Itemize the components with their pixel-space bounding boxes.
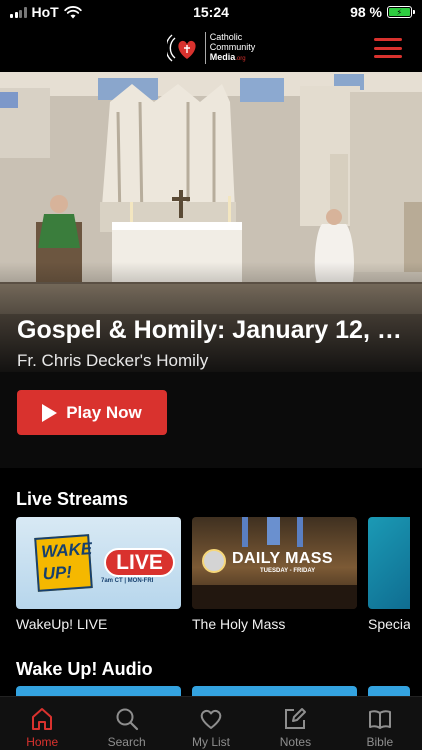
logo-org: .org xyxy=(235,56,246,62)
tab-label: Search xyxy=(107,735,146,749)
live-streams-row[interactable]: WAKE UP! LIVE 7am CT | MON-FRI WakeUp! L… xyxy=(16,517,410,632)
live-stream-card-holy-mass[interactable]: DAILY MASS TUESDAY - FRIDAY The Holy Mas… xyxy=(192,517,357,632)
tab-label: Notes xyxy=(279,735,312,749)
live-stream-label: WakeUp! LIVE xyxy=(16,616,108,632)
play-now-label: Play Now xyxy=(66,402,142,422)
live-stream-card-wakeup[interactable]: WAKE UP! LIVE 7am CT | MON-FRI WakeUp! L… xyxy=(16,517,181,632)
search-icon xyxy=(116,708,138,731)
tab-label: My List xyxy=(192,735,231,749)
wifi-icon xyxy=(64,5,82,18)
hero-banner[interactable]: Gospel & Homily: January 12, 2... Fr. Ch… xyxy=(0,72,422,468)
hamburger-menu-icon[interactable] xyxy=(374,38,402,58)
logo-wordmark: Catholic Community Media.org xyxy=(204,32,256,64)
holy-mass-thumbnail: DAILY MASS TUESDAY - FRIDAY xyxy=(192,517,357,609)
special-thumbnail xyxy=(368,517,410,609)
status-left: HoT xyxy=(10,4,82,20)
tab-my-list[interactable]: My List xyxy=(169,697,253,750)
live-stream-label: Specia xyxy=(368,616,410,632)
heart-radio-logo-icon xyxy=(166,34,196,62)
logo-line-1: Catholic xyxy=(209,32,243,42)
play-icon xyxy=(42,403,58,422)
status-right: 98 % ⚡ xyxy=(350,4,415,20)
battery-percent: 98 % xyxy=(350,4,382,20)
wakeup-live-thumbnail: WAKE UP! LIVE 7am CT | MON-FRI xyxy=(16,517,181,609)
edit-note-icon xyxy=(285,708,307,729)
wake-up-audio-title: Wake Up! Audio xyxy=(16,659,153,679)
heart-icon xyxy=(200,709,222,729)
tab-home[interactable]: Home xyxy=(0,697,84,750)
app-logo[interactable]: Catholic Community Media.org xyxy=(166,31,256,65)
logo-line-2: Community xyxy=(209,42,256,52)
seal-icon xyxy=(202,549,226,573)
home-icon xyxy=(32,708,53,730)
wakeup-logo: WAKE UP! xyxy=(34,534,93,592)
battery-level: ⚡ xyxy=(389,8,410,17)
battery-icon: ⚡ xyxy=(387,6,415,18)
tab-label: Home xyxy=(26,735,59,749)
tab-search[interactable]: Search xyxy=(84,697,168,750)
hero-subtitle: Fr. Chris Decker's Homily xyxy=(17,351,209,370)
audio-card-thumbnail[interactable] xyxy=(368,686,410,696)
live-stream-card-special[interactable]: Specia xyxy=(368,517,410,632)
tab-bar: Home Search My List Notes Bible xyxy=(0,696,422,750)
tab-label: Bible xyxy=(366,735,394,749)
play-now-button[interactable]: Play Now xyxy=(17,390,167,435)
audio-card-thumbnail[interactable] xyxy=(16,686,181,696)
logo-line-3-text: Media xyxy=(209,52,236,62)
audio-card-thumbnail[interactable] xyxy=(192,686,357,696)
tab-notes[interactable]: Notes xyxy=(253,697,337,750)
live-streams-title: Live Streams xyxy=(16,489,129,509)
daily-mass-title: DAILY MASS xyxy=(232,550,333,567)
logo-line-3: Media.org xyxy=(210,52,256,64)
daily-mass-sub: TUESDAY - FRIDAY xyxy=(260,568,316,574)
app-header: Catholic Community Media.org xyxy=(0,24,422,72)
tab-bible[interactable]: Bible xyxy=(338,697,422,750)
hero-title: Gospel & Homily: January 12, 2... xyxy=(17,316,407,344)
cellular-signal-icon xyxy=(10,6,27,18)
live-badge: LIVE xyxy=(104,548,175,577)
book-icon xyxy=(368,710,391,729)
live-schedule: 7am CT | MON-FRI xyxy=(101,578,154,584)
status-bar: HoT 15:24 98 % ⚡ xyxy=(0,0,422,24)
live-stream-label: The Holy Mass xyxy=(192,616,286,632)
wake-up-audio-row[interactable] xyxy=(16,686,410,696)
carrier-name: HoT xyxy=(31,4,59,20)
